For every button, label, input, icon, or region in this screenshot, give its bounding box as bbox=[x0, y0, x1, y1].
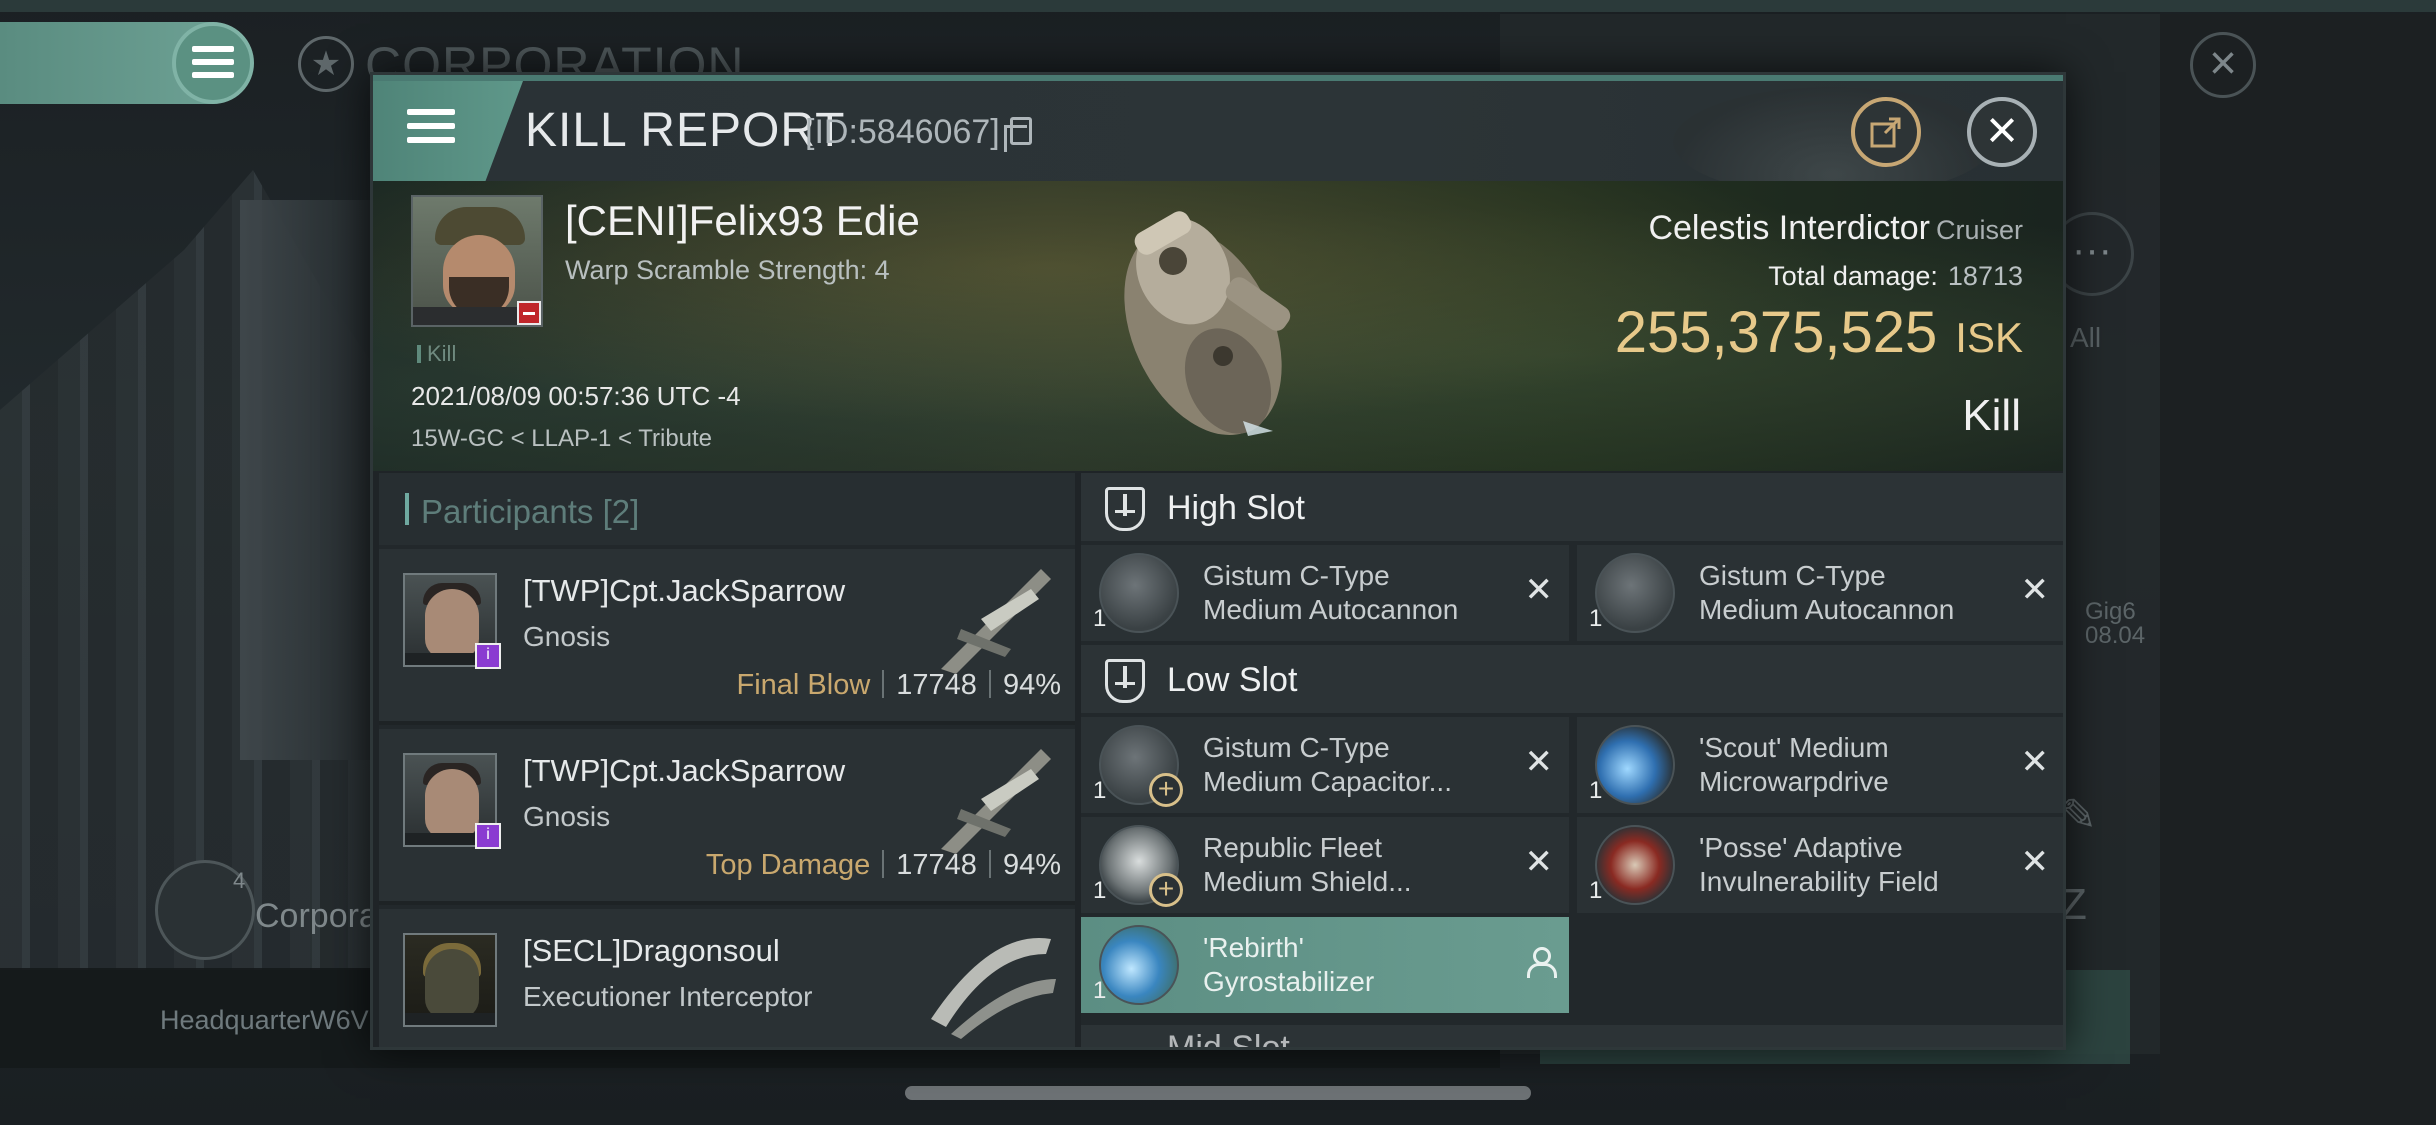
module-quantity: 1 bbox=[1093, 777, 1107, 804]
participant-name: [TWP]Cpt.JackSparrow bbox=[523, 753, 846, 788]
microwarpdrive-icon bbox=[1595, 725, 1675, 805]
kill-tag: Kill bbox=[417, 341, 456, 367]
victim-ship-type: Celestis Interdictor Cruiser bbox=[1648, 209, 2023, 247]
home-indicator[interactable] bbox=[905, 1086, 1531, 1100]
victim-ship-image[interactable] bbox=[1073, 181, 1323, 466]
copy-icon[interactable] bbox=[1004, 117, 1032, 152]
autocannon-icon bbox=[1099, 553, 1179, 633]
victim-name[interactable]: [CENI]Felix93 Edie bbox=[565, 197, 920, 245]
autocannon-icon bbox=[1595, 553, 1675, 633]
mid-slot-header: Mid Slot bbox=[1081, 1025, 2063, 1050]
participant-row[interactable]: i [TWP]Cpt.JackSparrow Gnosis Top Damage… bbox=[379, 729, 1075, 905]
hamburger-icon bbox=[407, 109, 455, 151]
module-quantity: 1 bbox=[1093, 877, 1107, 904]
fitting-panel: High Slot 1 Gistum C-Type Medium Autocann… bbox=[1081, 473, 2063, 1050]
participant-row[interactable]: i [TWP]Cpt.JackSparrow Gnosis Final Blow… bbox=[379, 549, 1075, 725]
corporation-star-icon: ★ bbox=[298, 36, 354, 92]
kill-location: 15W-GC < LLAP-1 < Tribute bbox=[411, 425, 713, 452]
module-name: Gistum C-Type Medium Capacitor... bbox=[1203, 732, 1452, 797]
module-name: 'Posse' Adaptive Invulnerability Field bbox=[1699, 832, 1939, 897]
participant-name: [TWP]Cpt.JackSparrow bbox=[523, 573, 846, 608]
participants-panel: Participants [2] i [TWP]Cpt.JackSparrow … bbox=[379, 473, 1075, 1047]
module-quantity: 1 bbox=[1589, 605, 1603, 632]
high-slot-icon bbox=[1105, 487, 1145, 531]
participant-name: [SECL]Dragonsoul bbox=[523, 933, 780, 968]
module-name: Gistum C-Type Medium Autocannon bbox=[1203, 560, 1459, 625]
close-icon: × bbox=[1986, 100, 2018, 160]
plus-icon: + bbox=[1149, 873, 1183, 907]
module-quantity: 1 bbox=[1093, 605, 1107, 632]
module-item[interactable]: 1 'Rebirth' Gyrostabilizer bbox=[1081, 917, 1569, 1013]
standing-negative-icon bbox=[517, 301, 541, 325]
module-name: 'Rebirth' Gyrostabilizer bbox=[1203, 932, 1375, 997]
isk-value: 255,375,525 ISK bbox=[1614, 300, 2023, 365]
module-item[interactable]: + 1 Gistum C-Type Medium Capacitor... ✕ bbox=[1081, 717, 1569, 813]
participants-title: Participants [2] bbox=[421, 493, 640, 530]
destroyed-x-icon: ✕ bbox=[2020, 571, 2050, 609]
module-item[interactable]: 1 Gistum C-Type Medium Autocannon ✕ bbox=[1577, 545, 2063, 641]
high-slot-title: High Slot bbox=[1167, 489, 1305, 527]
module-item[interactable]: 1 Gistum C-Type Medium Autocannon ✕ bbox=[1081, 545, 1569, 641]
report-id: [ID:5846067] bbox=[805, 113, 1000, 151]
participant-ship-image bbox=[941, 569, 1051, 674]
participant-stats: Top Damage 17748 94% bbox=[705, 849, 1061, 881]
background-gig-text: Gig6 08.04 bbox=[2085, 598, 2146, 649]
low-slot-header: Low Slot bbox=[1081, 645, 2063, 713]
participants-header: Participants [2] bbox=[379, 473, 1075, 545]
destroyed-x-icon: ✕ bbox=[1524, 571, 1554, 609]
gyrostabilizer-icon bbox=[1099, 925, 1179, 1005]
background-menu-icon bbox=[192, 46, 234, 85]
background-right-edge bbox=[2160, 14, 2436, 1125]
participant-ship-image bbox=[931, 938, 1056, 1039]
victim-banner: [CENI]Felix93 Edie Warp Scramble Strengt… bbox=[373, 181, 2063, 471]
module-item[interactable]: 1 'Posse' Adaptive Invulnerability Field … bbox=[1577, 817, 2063, 913]
background-corp-count: 4 bbox=[233, 868, 246, 893]
participant-avatar[interactable] bbox=[403, 933, 497, 1027]
module-quantity: 1 bbox=[1589, 877, 1603, 904]
mid-slot-title: Mid Slot bbox=[1167, 1029, 1290, 1050]
share-button[interactable] bbox=[1851, 97, 1921, 167]
share-icon bbox=[1870, 117, 1901, 148]
high-slot-header: High Slot bbox=[1081, 473, 2063, 541]
participant-ship: Executioner Interceptor bbox=[523, 981, 813, 1012]
module-name: Gistum C-Type Medium Autocannon bbox=[1699, 560, 1955, 625]
warp-scramble-strength: Warp Scramble Strength: 4 bbox=[565, 255, 890, 285]
module-quantity: 1 bbox=[1093, 977, 1107, 1004]
low-slot-title: Low Slot bbox=[1167, 661, 1298, 699]
module-item[interactable]: + 1 Republic Fleet Medium Shield... ✕ bbox=[1081, 817, 1569, 913]
participant-ship: Gnosis bbox=[523, 621, 611, 652]
top-strip bbox=[0, 0, 2436, 12]
ship-class-icon: i bbox=[475, 823, 501, 849]
module-item[interactable]: 1 'Scout' Medium Microwarpdrive ✕ bbox=[1577, 717, 2063, 813]
destroyed-x-icon: ✕ bbox=[1524, 843, 1554, 881]
close-button[interactable]: × bbox=[1967, 97, 2037, 167]
destroyed-x-icon: ✕ bbox=[2020, 743, 2050, 781]
destroyed-x-icon: ✕ bbox=[1524, 743, 1554, 781]
destroyed-x-icon: ✕ bbox=[2020, 843, 2050, 881]
participant-row[interactable]: [SECL]Dragonsoul Executioner Interceptor bbox=[379, 909, 1075, 1047]
invulnerability-field-icon bbox=[1595, 825, 1675, 905]
kill-status: Kill bbox=[1962, 391, 2021, 440]
participant-ship: Gnosis bbox=[523, 801, 611, 832]
module-name: Republic Fleet Medium Shield... bbox=[1203, 832, 1412, 897]
kill-datetime: 2021/08/09 00:57:36 UTC -4 bbox=[411, 381, 741, 411]
background-all-label: All bbox=[2070, 322, 2102, 353]
page-title: KILL REPORT bbox=[525, 104, 846, 157]
participant-ship-image bbox=[941, 749, 1051, 854]
background-corp-label: Corpora bbox=[255, 897, 378, 935]
plus-icon: + bbox=[1149, 773, 1183, 807]
kill-report-modal: KILL REPORT [ID:5846067] × [CENI]Felix93… bbox=[370, 72, 2066, 1050]
module-quantity: 1 bbox=[1589, 777, 1603, 804]
dropped-person-icon bbox=[1525, 947, 1557, 979]
module-name: 'Scout' Medium Microwarpdrive bbox=[1699, 732, 1889, 797]
background-footer-text: HeadquarterW6V bbox=[160, 1005, 369, 1035]
low-slot-icon bbox=[1105, 659, 1145, 703]
ship-class-icon: i bbox=[475, 643, 501, 669]
participant-stats: Final Blow 17748 94% bbox=[736, 669, 1061, 701]
background-close-icon: × bbox=[2190, 32, 2256, 98]
total-damage: Total damage: 18713 bbox=[1768, 261, 2023, 291]
